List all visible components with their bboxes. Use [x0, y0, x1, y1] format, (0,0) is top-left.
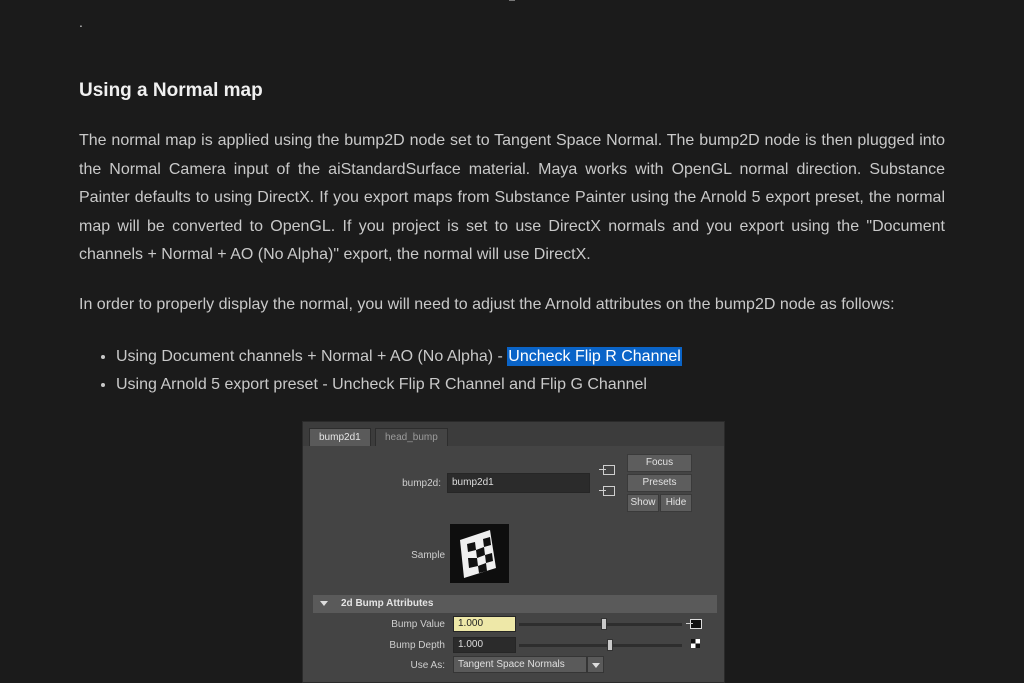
- tab-bar: bump2d1 head_bump: [303, 422, 724, 446]
- bump-depth-field: 1.000: [453, 637, 516, 653]
- input-connection-icon: [599, 465, 615, 475]
- hide-button: Hide: [660, 494, 692, 512]
- tab-head-bump: head_bump: [375, 428, 448, 446]
- highlighted-selection[interactable]: Uncheck Flip R Channel: [507, 347, 682, 366]
- use-as-value: Tangent Space Normals: [458, 659, 565, 670]
- checker-icon: [460, 530, 496, 578]
- map-texture-icon: [686, 619, 702, 629]
- scroll-remnant: [509, 0, 515, 1]
- bump-depth-slider-handle: [607, 639, 614, 651]
- paragraph-normal-map: The normal map is applied using the bump…: [79, 132, 945, 263]
- bullet-text: Using Document channels + Normal + AO (N…: [116, 348, 508, 365]
- bump-depth-slider-track: [519, 644, 682, 647]
- output-connection-icon: [599, 486, 615, 496]
- section-2d-bump-attributes: 2d Bump Attributes: [313, 595, 717, 613]
- maya-attribute-editor-image: bump2d1 head_bump bump2d: bump2d1 Focus …: [302, 421, 725, 683]
- tab-bump2d1: bump2d1: [309, 428, 371, 446]
- bump-value-label: Bump Value: [391, 619, 445, 630]
- use-as-dropdown-arrow: [587, 656, 604, 673]
- bump-value-field: 1.000: [453, 616, 516, 632]
- sample-label: Sample: [411, 550, 445, 561]
- list-item: Using Document channels + Normal + AO (N…: [116, 343, 682, 371]
- sample-swatch: [450, 524, 509, 583]
- use-as-label: Use As:: [410, 660, 445, 671]
- presets-button: Presets: [627, 474, 692, 492]
- section-title: 2d Bump Attributes: [341, 598, 434, 609]
- checker-map-icon: [691, 639, 700, 648]
- use-as-dropdown: Tangent Space Normals: [453, 656, 587, 673]
- bump-value-slider-handle: [600, 618, 607, 630]
- bullet-list: Using Document channels + Normal + AO (N…: [79, 343, 682, 399]
- collapse-triangle-icon: [320, 601, 328, 606]
- paragraph-display-normal: In order to properly display the normal,…: [79, 296, 895, 313]
- node-name-field: bump2d1: [447, 473, 590, 493]
- section-heading: Using a Normal map: [79, 80, 263, 101]
- bump-depth-label: Bump Depth: [389, 640, 445, 651]
- focus-button: Focus: [627, 454, 692, 472]
- list-item: Using Arnold 5 export preset - Uncheck F…: [116, 371, 682, 399]
- chevron-down-icon: [592, 663, 600, 668]
- leading-dot: .: [79, 14, 83, 30]
- show-button: Show: [627, 494, 659, 512]
- node-name-label: bump2d:: [402, 478, 441, 489]
